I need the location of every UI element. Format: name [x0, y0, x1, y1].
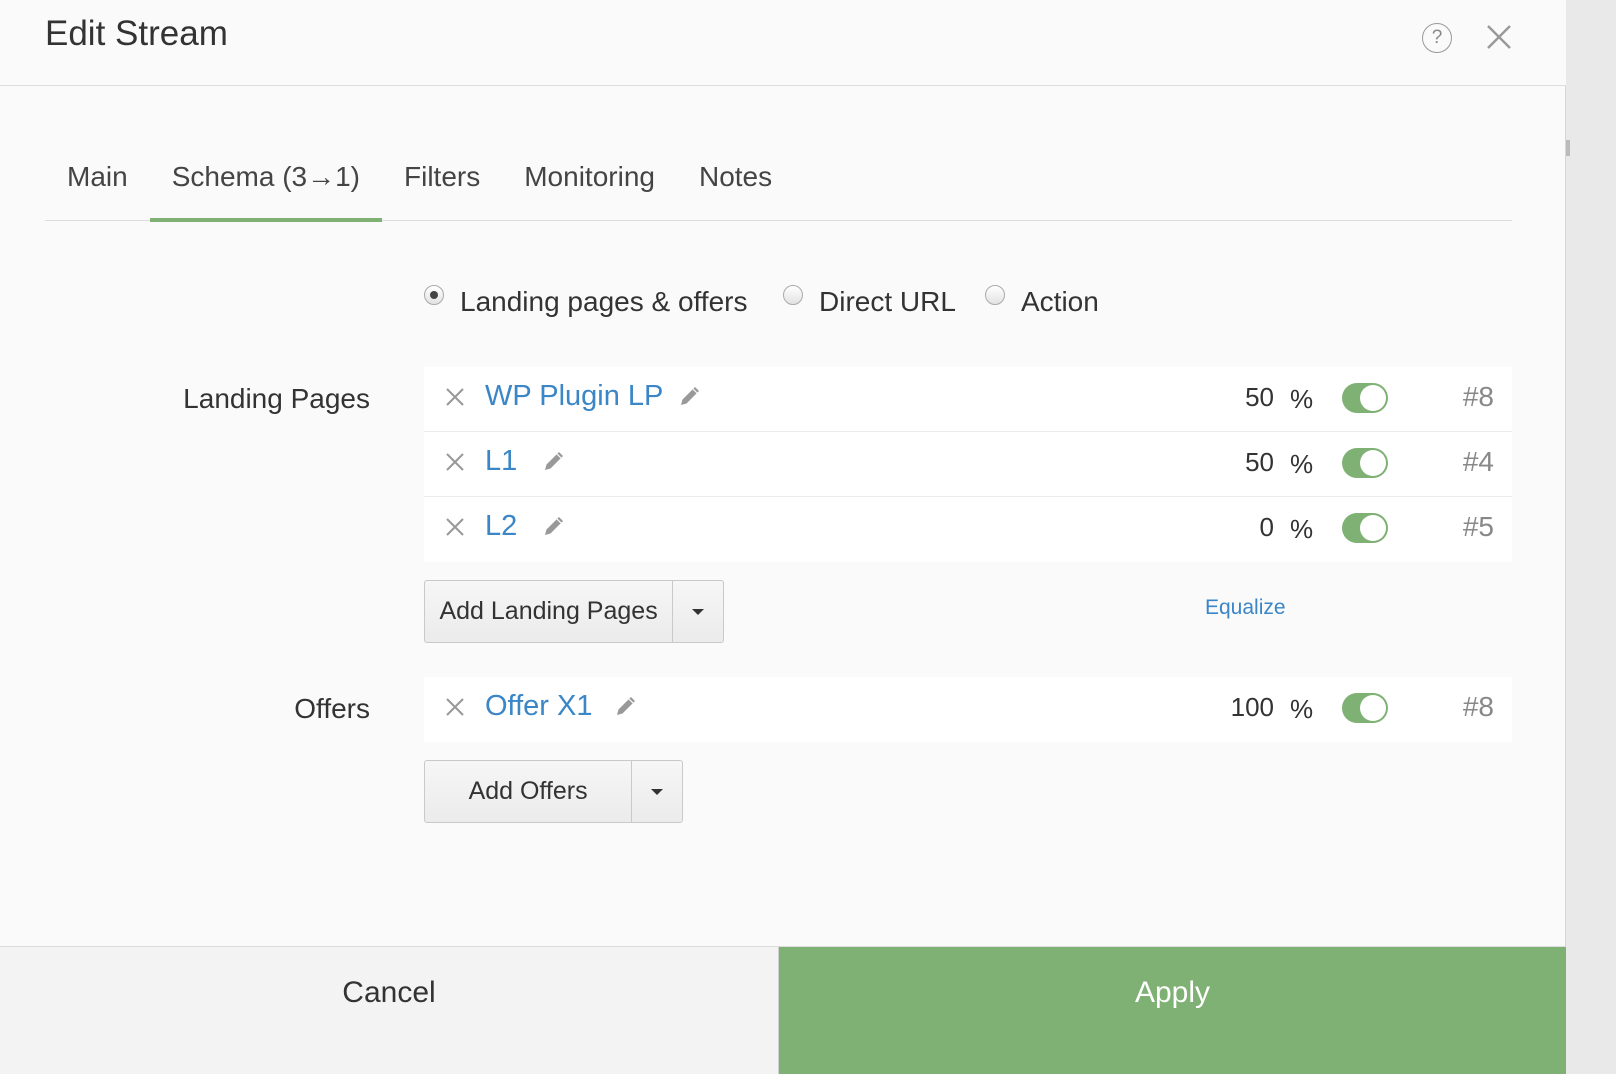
radio-label: Direct URL [819, 286, 956, 317]
remove-icon[interactable] [444, 451, 466, 473]
tab-filters[interactable]: Filters [382, 140, 502, 220]
radio-button[interactable] [985, 285, 1005, 305]
percent-sign: % [1290, 514, 1314, 544]
tab-notes[interactable]: Notes [677, 140, 794, 220]
tab-main[interactable]: Main [45, 140, 150, 220]
item-id: #5 [1462, 511, 1494, 542]
toggle-knob [1360, 385, 1386, 411]
tab-bar: Main Schema (3→1) Filters Monitoring Not… [45, 140, 1512, 222]
edit-stream-dialog: Edit Stream ? Main Schema (3→1) Filters … [0, 0, 1566, 1074]
close-icon[interactable] [1482, 20, 1516, 54]
weight-value[interactable]: 50 [1184, 447, 1274, 478]
chevron-down-icon[interactable] [632, 761, 682, 822]
item-id: #8 [1462, 381, 1494, 412]
landing-page-name-link[interactable]: L2 [485, 510, 517, 543]
offer-row: Offer X1 100 % #8 [424, 677, 1512, 742]
remove-icon[interactable] [444, 386, 466, 408]
apply-button[interactable]: Apply [779, 947, 1566, 1074]
add-landing-pages-split-button: Add Landing Pages [424, 580, 724, 643]
toggle-knob [1360, 695, 1386, 721]
toggle-knob [1360, 450, 1386, 476]
radio-direct-url[interactable]: Direct URL [783, 285, 956, 318]
enable-toggle[interactable] [1342, 513, 1388, 543]
equalize-link[interactable]: Equalize [1205, 596, 1286, 620]
pencil-icon[interactable] [541, 513, 567, 539]
enable-toggle[interactable] [1342, 693, 1388, 723]
add-landing-pages-button[interactable]: Add Landing Pages [425, 581, 674, 642]
landing-page-row: WP Plugin LP 50 % #8 [424, 367, 1512, 432]
landing-page-row: L1 50 % #4 [424, 432, 1512, 497]
landing-pages-list: WP Plugin LP 50 % #8 L1 50 % #4 L2 0 % #… [424, 367, 1512, 562]
pencil-icon[interactable] [541, 448, 567, 474]
weight-value[interactable]: 0 [1184, 512, 1274, 543]
radio-button[interactable] [783, 285, 803, 305]
landing-pages-label: Landing Pages [183, 383, 370, 414]
radio-label: Landing pages & offers [460, 286, 748, 317]
dialog-footer: Cancel Apply [0, 946, 1566, 1074]
offers-list: Offer X1 100 % #8 [424, 677, 1512, 742]
remove-icon[interactable] [444, 516, 466, 538]
question-circle-icon[interactable]: ? [1422, 23, 1452, 53]
radio-landing-pages-offers[interactable]: Landing pages & offers [424, 285, 748, 318]
offers-label: Offers [294, 693, 370, 724]
enable-toggle[interactable] [1342, 448, 1388, 478]
tab-schema[interactable]: Schema (3→1) [149, 140, 383, 222]
enable-toggle[interactable] [1342, 383, 1388, 413]
dialog-header: Edit Stream ? [0, 0, 1566, 86]
dialog-title: Edit Stream [45, 14, 228, 53]
toggle-knob [1360, 515, 1386, 541]
item-id: #4 [1462, 446, 1494, 477]
tab-monitoring[interactable]: Monitoring [502, 140, 677, 220]
item-id: #8 [1462, 691, 1494, 722]
background-mark [1566, 140, 1570, 156]
remove-icon[interactable] [444, 696, 466, 718]
radio-label: Action [1021, 286, 1099, 317]
pencil-icon[interactable] [677, 383, 703, 409]
radio-action[interactable]: Action [985, 285, 1099, 318]
radio-button-checked[interactable] [424, 285, 444, 305]
landing-page-row: L2 0 % #5 [424, 497, 1512, 562]
add-offers-split-button: Add Offers [424, 760, 683, 823]
background-page-strip [1566, 0, 1616, 1074]
chevron-down-icon[interactable] [673, 581, 723, 642]
landing-page-name-link[interactable]: L1 [485, 445, 517, 478]
add-offers-button[interactable]: Add Offers [425, 761, 633, 822]
weight-value[interactable]: 50 [1184, 382, 1274, 413]
landing-page-name-link[interactable]: WP Plugin LP [485, 380, 663, 413]
offer-name-link[interactable]: Offer X1 [485, 690, 592, 723]
percent-sign: % [1290, 694, 1314, 724]
pencil-icon[interactable] [613, 693, 639, 719]
percent-sign: % [1290, 384, 1314, 414]
weight-value[interactable]: 100 [1184, 692, 1274, 723]
percent-sign: % [1290, 449, 1314, 479]
cancel-button[interactable]: Cancel [0, 947, 779, 1074]
